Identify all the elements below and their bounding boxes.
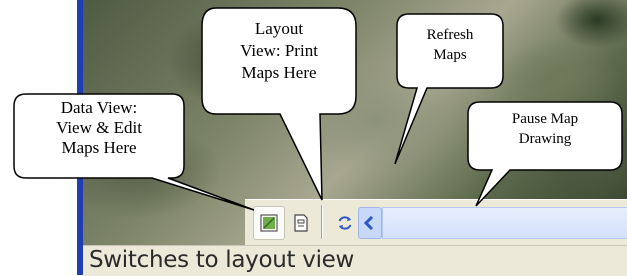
data-view-button[interactable]	[253, 206, 285, 240]
callout-line: Maps	[433, 46, 467, 63]
callout-line: View: Print	[240, 41, 318, 61]
refresh-button[interactable]	[329, 206, 359, 240]
toolbar-separator	[321, 205, 322, 239]
refresh-icon	[338, 216, 352, 230]
callout-line: View & Edit	[56, 118, 142, 138]
status-text: Switches to layout view	[89, 247, 355, 273]
callout-line: Maps Here	[61, 138, 137, 158]
callout-data-view: Data View: View & Edit Maps Here	[12, 92, 255, 211]
horizontal-scrollbar-track[interactable]	[382, 207, 627, 239]
callout-line: Data View:	[60, 98, 138, 117]
scroll-left-button[interactable]	[358, 207, 382, 239]
callout-layout-view: Layout View: Print Maps Here	[200, 6, 360, 206]
callout-line: Pause Map	[511, 111, 579, 127]
callout-line: Drawing	[518, 130, 572, 147]
callout-pause: Pause Map Drawing	[466, 100, 626, 210]
data-view-icon	[260, 214, 278, 232]
callout-line: Maps Here	[241, 63, 317, 83]
status-bar: Switches to layout view	[83, 245, 627, 276]
callout-line: Layout	[254, 19, 304, 38]
chevron-left-icon	[364, 216, 374, 230]
layout-view-button[interactable]	[285, 206, 317, 240]
layout-view-icon	[294, 214, 308, 232]
callout-line: Refresh	[426, 27, 474, 43]
